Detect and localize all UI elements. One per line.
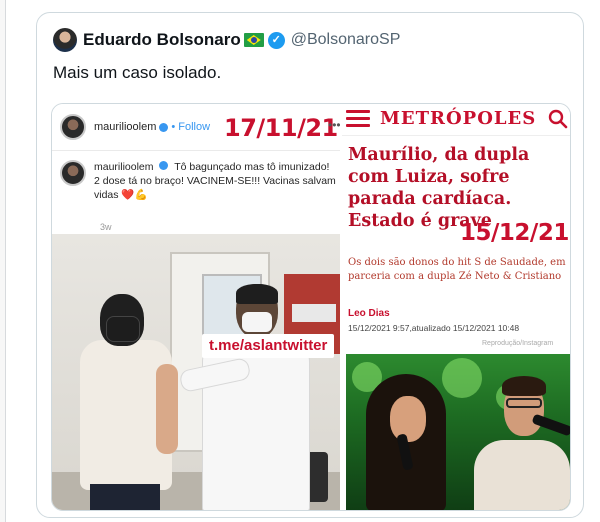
photo-glasses (506, 398, 542, 408)
caption-verified-icon (159, 161, 169, 170)
instagram-post-header: maurilioolem • Follow (60, 112, 210, 142)
instagram-caption-avatar (60, 160, 86, 186)
metropoles-screenshot: METRÓPOLES Maurílio, da dupla com Luiza,… (342, 104, 570, 510)
vaccination-photo: t.me/aslantwitter (52, 234, 340, 510)
article-timestamp: 15/12/2021 9:57,atualizado 15/12/2021 10… (348, 323, 520, 333)
photo-black-mask (106, 316, 140, 342)
photo-credit: Reprodução/Instagram (482, 340, 554, 347)
brazil-flag-icon (243, 33, 264, 47)
date-overlay-left: 17/11/21 (224, 114, 338, 142)
display-name[interactable]: Eduardo Bolsonaro (83, 30, 241, 50)
page-left-border (0, 0, 6, 522)
instagram-follow-label: • Follow (171, 121, 211, 133)
avatar[interactable] (53, 28, 77, 52)
verified-badge-icon: ✓ (267, 31, 285, 49)
search-icon (548, 109, 568, 129)
instagram-caption: maurilioolem Tô bagunçado mas tô imuniza… (60, 160, 338, 202)
article-subtitle: Os dois são donos do hit S de Saudade, e… (348, 257, 566, 282)
more-options-icon: ••• (328, 118, 341, 132)
photo-male-singer (474, 374, 570, 510)
caption-username: maurilioolem (94, 161, 154, 173)
post-age: 3w (100, 222, 112, 232)
photo-worker-hair (236, 284, 278, 304)
photo-white-mask (242, 312, 272, 332)
tweet-card[interactable]: Eduardo Bolsonaro ✓ @BolsonaroSP Mais um… (36, 12, 584, 518)
photo-man-being-vaccinated (80, 294, 178, 510)
hamburger-menu-icon (346, 110, 370, 128)
instagram-username: maurilioolem (94, 121, 157, 133)
singers-photo (346, 354, 570, 510)
metropoles-header: METRÓPOLES (342, 104, 570, 136)
divider (52, 150, 340, 151)
metropoles-logo: METRÓPOLES (380, 108, 537, 129)
photo-health-worker (178, 284, 310, 510)
tweet-media[interactable]: maurilioolem • Follow 17/11/21 ••• mauri… (51, 103, 571, 511)
photo-singer-hair (502, 376, 546, 396)
instagram-verified-icon (159, 122, 169, 132)
instagram-avatar (60, 114, 86, 140)
instagram-screenshot: maurilioolem • Follow 17/11/21 ••• mauri… (52, 104, 341, 510)
caption-text: maurilioolem Tô bagunçado mas tô imuniza… (94, 160, 338, 202)
user-handle[interactable]: @BolsonaroSP (291, 31, 401, 49)
date-overlay-right: 15/12/21 (460, 220, 569, 246)
photo-singer-shirt (474, 440, 570, 510)
article-author: Leo Dias (348, 308, 390, 319)
tweet-text: Mais um caso isolado. (53, 63, 222, 82)
photo-female-singer (366, 374, 446, 510)
photo-singer-face (390, 396, 426, 442)
telegram-watermark: t.me/aslantwitter (202, 334, 335, 358)
photo-pants (90, 484, 160, 510)
tweet-header: Eduardo Bolsonaro ✓ @BolsonaroSP (53, 27, 400, 53)
photo-arm (156, 364, 178, 454)
microphone-icon (531, 413, 570, 437)
article-headline: Maurílio, da dupla com Luiza, sofre para… (348, 145, 530, 231)
